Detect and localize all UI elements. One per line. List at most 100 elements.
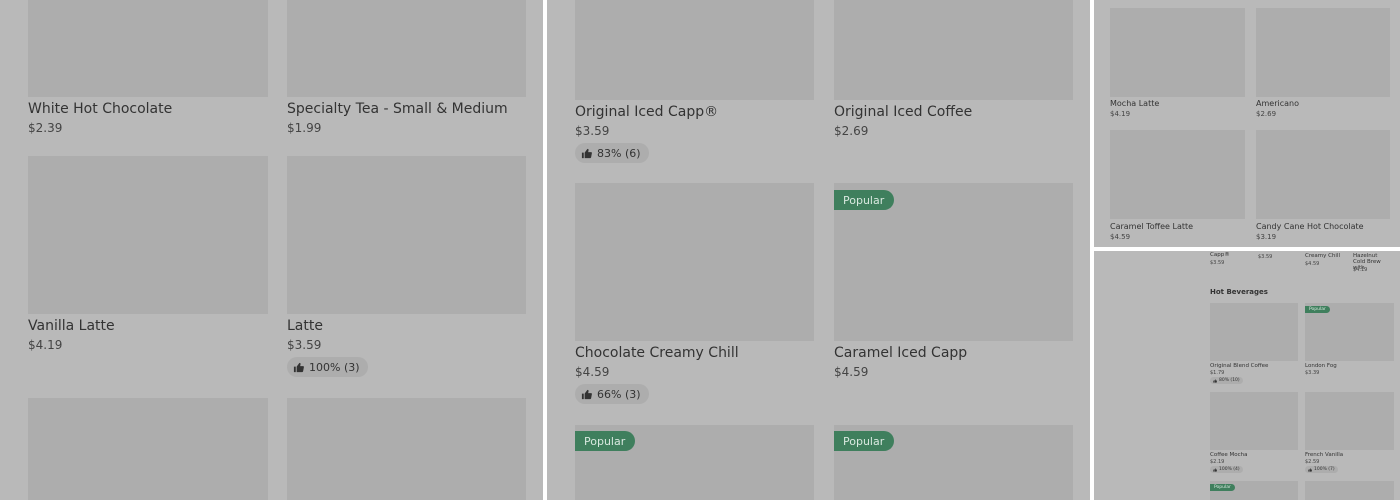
item-name: Mocha Latte — [1110, 99, 1160, 108]
item-price: $3.59 — [575, 124, 610, 138]
menu-item-card[interactable]: Original Iced Capp® $3.59 83% (6) — [575, 0, 815, 170]
rating-pill: 100% (7) — [1305, 466, 1338, 473]
item-image[interactable] — [287, 398, 526, 500]
menu-panel-3: Mocha Latte $4.19 Americano $2.69 Carame… — [1094, 0, 1400, 247]
menu-item-card[interactable]: Coffee Mocha $2.19 100% (4) — [1210, 392, 1298, 474]
item-price: $4.59 — [834, 365, 869, 379]
thumbs-up-icon — [1308, 467, 1312, 472]
menu-item-card[interactable]: Popular London Fog $3.39 — [1305, 303, 1394, 383]
item-image — [287, 0, 526, 97]
item-price: $4.19 — [1110, 110, 1131, 118]
item-price: $3.19 — [1256, 233, 1277, 241]
item-image — [287, 156, 526, 314]
thumbs-up-icon — [1213, 467, 1217, 472]
rating-pill: 80% (10) — [1210, 377, 1243, 384]
item-name: Vanilla Latte — [28, 318, 115, 334]
item-price: $1.79 — [1210, 370, 1225, 376]
menu-item-card[interactable]: Specialty Tea - Small & Medium $1.99 — [287, 0, 527, 140]
menu-item-card[interactable]: Creamy Chill $4.59 — [1305, 251, 1349, 269]
popular-badge: Popular — [1210, 484, 1235, 491]
item-image — [1256, 130, 1390, 219]
rating-pill: 100% (4) — [1210, 466, 1243, 473]
item-price: $2.19 — [1210, 459, 1225, 465]
menu-item-card[interactable]: Popular — [575, 425, 815, 500]
rating-text: 80% (10) — [1219, 378, 1240, 383]
item-name: Americano — [1256, 99, 1299, 108]
item-price: $2.69 — [1256, 110, 1277, 118]
thumbs-up-icon — [1213, 378, 1217, 383]
menu-panel-4: Capp® $3.59 $3.59 Creamy Chill $4.59 Haz… — [1094, 251, 1400, 500]
popular-badge: Popular — [834, 431, 895, 451]
menu-item-card[interactable]: Popular — [834, 425, 1074, 500]
item-image — [1305, 392, 1394, 450]
item-price: $4.19 — [28, 338, 63, 352]
thumbs-up-icon — [581, 148, 592, 159]
item-image — [1210, 303, 1298, 361]
menu-item-card[interactable]: Capp® $3.59 — [1210, 251, 1254, 269]
menu-item-card[interactable]: White Hot Chocolate $2.39 — [28, 0, 268, 140]
item-price: $4.59 — [1110, 233, 1131, 241]
menu-item-card[interactable]: Candy Cane Hot Chocolate $3.19 — [1256, 130, 1391, 242]
rating-text: 100% (4) — [1219, 467, 1240, 472]
section-title: Hot Beverages — [1210, 288, 1268, 296]
item-image — [575, 183, 814, 341]
item-image — [1110, 130, 1245, 219]
menu-item-card[interactable]: Popular — [1210, 481, 1298, 500]
item-price: $4.19 — [1353, 267, 1368, 273]
item-name: Caramel Toffee Latte — [1110, 222, 1194, 231]
item-price: $4.59 — [1305, 261, 1320, 267]
menu-item-card[interactable]: Americano $2.69 — [1256, 8, 1391, 120]
item-name: Creamy Chill — [1305, 253, 1341, 259]
item-name: Coffee Mocha — [1210, 452, 1248, 458]
item-image — [834, 0, 1073, 100]
item-name: Chocolate Creamy Chill — [575, 345, 739, 361]
menu-item-card[interactable]: Popular Caramel Iced Capp $4.59 — [834, 183, 1074, 388]
menu-panel-2: Original Iced Capp® $3.59 83% (6) Origin… — [547, 0, 1090, 500]
item-name: Capp® — [1210, 252, 1230, 258]
popular-badge: Popular — [834, 190, 895, 210]
item-image[interactable] — [1305, 481, 1394, 500]
menu-item-card[interactable]: French Vanilla $2.59 100% (7) — [1305, 392, 1394, 474]
menu-item-card[interactable]: Caramel Toffee Latte $4.59 — [1110, 130, 1245, 242]
item-name: London Fog — [1305, 363, 1337, 369]
item-name: Original Iced Coffee — [834, 104, 973, 120]
thumbs-up-icon — [581, 389, 592, 400]
menu-item-card[interactable]: Original Iced Coffee $2.69 — [834, 0, 1074, 145]
menu-panel-1: White Hot Chocolate $2.39 Specialty Tea … — [0, 0, 543, 500]
item-name: Caramel Iced Capp — [834, 345, 968, 361]
item-price: $2.59 — [1305, 459, 1320, 465]
item-price: $3.39 — [1305, 370, 1320, 376]
item-name: Latte — [287, 318, 323, 334]
item-name: Specialty Tea - Small & Medium — [287, 101, 508, 117]
rating-pill: 83% (6) — [575, 143, 649, 163]
rating-text: 83% (6) — [597, 146, 641, 160]
item-name: French Vanilla — [1305, 452, 1344, 458]
rating-pill: 100% (3) — [287, 357, 368, 377]
rating-text: 100% (7) — [1314, 467, 1335, 472]
rating-text: 66% (3) — [597, 387, 641, 401]
item-image — [1210, 392, 1298, 450]
item-price: $3.59 — [287, 338, 322, 352]
item-image[interactable] — [28, 398, 268, 500]
rating-pill: 66% (3) — [575, 384, 649, 404]
item-image — [1256, 8, 1390, 97]
item-image — [28, 156, 268, 314]
thumbs-up-icon — [293, 362, 304, 373]
menu-item-card[interactable]: Vanilla Latte $4.19 — [28, 156, 268, 356]
menu-item-card[interactable]: Latte $3.59 100% (3) — [287, 156, 527, 381]
menu-item-card[interactable]: Chocolate Creamy Chill $4.59 66% (3) — [575, 183, 815, 408]
item-name: White Hot Chocolate — [28, 101, 173, 117]
item-name: Original Blend Coffee — [1210, 363, 1269, 369]
menu-item-card[interactable]: $3.59 — [1258, 251, 1302, 269]
item-price: $1.99 — [287, 121, 322, 135]
item-image — [1110, 8, 1245, 97]
menu-item-card[interactable]: Original Blend Coffee $1.79 80% (10) — [1210, 303, 1298, 385]
item-name: Candy Cane Hot Chocolate — [1256, 222, 1364, 231]
menu-item-card[interactable]: Hazelnut Cold Brew with $4.19 — [1353, 251, 1399, 275]
popular-badge: Popular — [575, 431, 636, 451]
menu-item-card[interactable]: Mocha Latte $4.19 — [1110, 8, 1245, 120]
item-image — [28, 0, 268, 97]
item-price: $4.59 — [575, 365, 610, 379]
rating-text: 100% (3) — [309, 360, 360, 374]
item-price: $2.69 — [834, 124, 869, 138]
